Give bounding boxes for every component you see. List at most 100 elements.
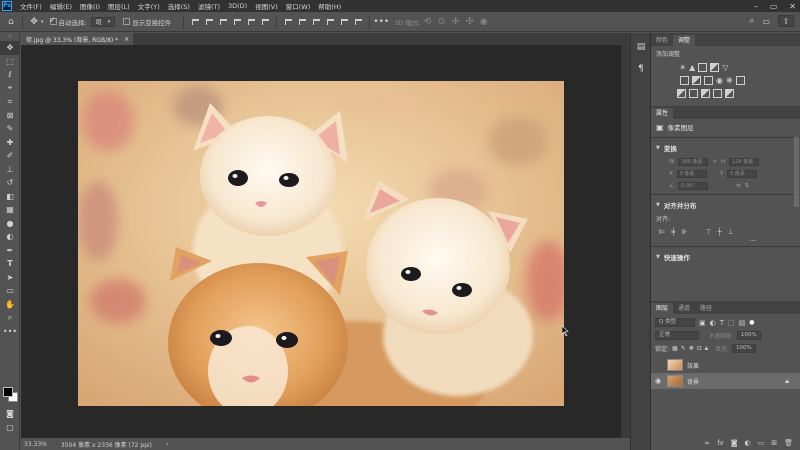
- canvas-scrollbar[interactable]: [621, 45, 630, 438]
- lock-all-icon[interactable]: 🔒︎: [705, 345, 708, 353]
- flip-vertical-icon[interactable]: ⇅: [745, 183, 750, 189]
- document-tab[interactable]: 荷.jpg @ 33.3% (背景, RGB/8) * ×: [21, 33, 134, 45]
- distribute-left-icon[interactable]: [282, 16, 294, 28]
- vibrance-icon[interactable]: ▽: [722, 63, 728, 72]
- angle-field[interactable]: 0.00°: [677, 182, 708, 190]
- brush-tool-icon[interactable]: ✐: [0, 149, 20, 163]
- orbit-3d-icon[interactable]: ⟲: [421, 15, 435, 29]
- curves-icon[interactable]: [698, 63, 708, 72]
- menu-help[interactable]: 帮助(H): [314, 1, 345, 11]
- canvas-area[interactable]: [21, 45, 621, 438]
- tab-adjustments[interactable]: 调整: [673, 35, 696, 46]
- align-section[interactable]: ▼ 对齐并分布: [651, 197, 800, 213]
- lock-artboard-icon[interactable]: ⊡: [697, 345, 702, 352]
- properties-scrollbar[interactable]: [794, 137, 799, 207]
- fill-field[interactable]: 100%: [732, 344, 757, 353]
- opacity-field[interactable]: 100%: [736, 331, 761, 340]
- roll-3d-icon[interactable]: ⊙: [435, 15, 449, 29]
- distribute-bottom-icon[interactable]: [352, 16, 364, 28]
- more-options-icon[interactable]: •••: [373, 15, 389, 29]
- lock-position-icon[interactable]: ✥: [689, 345, 694, 352]
- screen-mode-icon[interactable]: ▢: [0, 421, 20, 435]
- close-tab-icon[interactable]: ×: [124, 36, 129, 43]
- selective-color-icon[interactable]: [713, 89, 722, 98]
- levels-icon[interactable]: ▲: [689, 63, 695, 72]
- layer-row-effects[interactable]: 效果: [651, 357, 800, 373]
- menu-file[interactable]: 文件(F): [16, 1, 46, 11]
- distribute-right-icon[interactable]: [310, 16, 322, 28]
- menu-type[interactable]: 文字(Y): [134, 1, 164, 11]
- tab-channels[interactable]: 通道: [673, 303, 695, 314]
- align-center-icon[interactable]: [203, 16, 215, 28]
- quick-actions-section[interactable]: ▼ 快速操作: [651, 249, 800, 265]
- align-hcenter-icon[interactable]: ╪: [671, 228, 675, 236]
- new-group-icon[interactable]: ▭: [758, 439, 765, 447]
- align-right-icon[interactable]: [217, 16, 229, 28]
- drag-3d-icon[interactable]: ✢: [449, 15, 463, 29]
- dodge-tool-icon[interactable]: ◐: [0, 230, 20, 244]
- menu-select[interactable]: 选择(S): [164, 1, 194, 11]
- move-icon[interactable]: ✥: [27, 15, 41, 29]
- move-tool-icon[interactable]: ✥: [0, 41, 20, 55]
- distribute-center-icon[interactable]: [296, 16, 308, 28]
- exposure-icon[interactable]: [710, 63, 720, 72]
- slide-3d-icon[interactable]: ✣: [463, 15, 477, 29]
- color-balance-icon[interactable]: [692, 76, 701, 85]
- path-select-tool-icon[interactable]: ➤: [0, 271, 20, 285]
- type-tool-icon[interactable]: T: [0, 257, 20, 271]
- channel-mixer-icon[interactable]: ❋: [726, 76, 733, 85]
- add-mask-icon[interactable]: ◙: [731, 439, 738, 447]
- maximize-icon[interactable]: ▭: [770, 2, 778, 11]
- color-lookup-icon[interactable]: [735, 76, 745, 85]
- pen-tool-icon[interactable]: ✒: [0, 244, 20, 258]
- search-icon[interactable]: ⌕: [749, 16, 754, 26]
- crop-tool-icon[interactable]: ⌗: [0, 95, 20, 109]
- y-field[interactable]: 0 像素: [727, 170, 758, 178]
- menu-image[interactable]: 图像(I): [76, 1, 104, 11]
- threshold-icon[interactable]: [701, 89, 710, 98]
- filter-smart-icon[interactable]: ▤: [739, 319, 746, 327]
- home-icon[interactable]: ⌂: [4, 15, 18, 29]
- align-left-icon[interactable]: [189, 16, 201, 28]
- align-middle-icon[interactable]: [245, 16, 257, 28]
- marquee-tool-icon[interactable]: ⬚: [0, 55, 20, 69]
- filter-adjust-icon[interactable]: ◐: [710, 319, 716, 327]
- gradient-tool-icon[interactable]: ▦: [0, 203, 20, 217]
- menu-edit[interactable]: 编辑(E): [46, 1, 76, 11]
- share-icon[interactable]: ⇪: [778, 15, 794, 27]
- link-icon[interactable]: ∞: [712, 159, 717, 165]
- link-layers-icon[interactable]: ∞: [704, 439, 710, 447]
- transform-section[interactable]: ▼ 变换: [651, 140, 800, 156]
- color-swatches[interactable]: [3, 387, 19, 403]
- height-field[interactable]: 124 像素: [729, 158, 760, 166]
- zoom-tool-icon[interactable]: ⌕: [0, 311, 20, 325]
- history-brush-tool-icon[interactable]: ↺: [0, 176, 20, 190]
- black-white-icon[interactable]: [704, 76, 713, 85]
- width-field[interactable]: 186 像素: [678, 158, 709, 166]
- hue-saturation-icon[interactable]: [680, 76, 689, 85]
- close-icon[interactable]: ✕: [789, 2, 796, 11]
- align-top-icon[interactable]: ⊤: [705, 228, 711, 236]
- camera-3d-icon[interactable]: ◉: [477, 15, 491, 29]
- clone-stamp-tool-icon[interactable]: ⊥: [0, 163, 20, 177]
- foreground-color-swatch[interactable]: [3, 387, 13, 397]
- more-tools-icon[interactable]: •••: [0, 325, 20, 339]
- posterize-icon[interactable]: [689, 89, 698, 98]
- filter-pixel-icon[interactable]: ▣: [699, 319, 706, 327]
- menu-3d[interactable]: 3D(D): [224, 2, 251, 10]
- gradient-map-icon[interactable]: [725, 89, 734, 98]
- filter-shape-icon[interactable]: ⬚: [728, 319, 735, 327]
- layer-style-icon[interactable]: fx: [717, 439, 724, 447]
- auto-select-dropdown[interactable]: 组 ▾: [90, 16, 116, 27]
- workspace-icon[interactable]: ▭: [762, 17, 770, 26]
- align-top-icon[interactable]: [231, 16, 243, 28]
- eraser-tool-icon[interactable]: ◧: [0, 190, 20, 204]
- tab-color[interactable]: 颜色: [651, 35, 673, 46]
- healing-brush-tool-icon[interactable]: ✚: [0, 136, 20, 150]
- layer-kind-select[interactable]: Q 类型: [655, 318, 695, 327]
- flip-horizontal-icon[interactable]: ⇆: [736, 183, 741, 189]
- chevron-right-icon[interactable]: ›: [166, 441, 168, 448]
- quick-select-tool-icon[interactable]: ⌖: [0, 82, 20, 96]
- zoom-level[interactable]: 33.33%: [24, 441, 47, 448]
- chevron-down-icon[interactable]: ▾: [41, 19, 44, 25]
